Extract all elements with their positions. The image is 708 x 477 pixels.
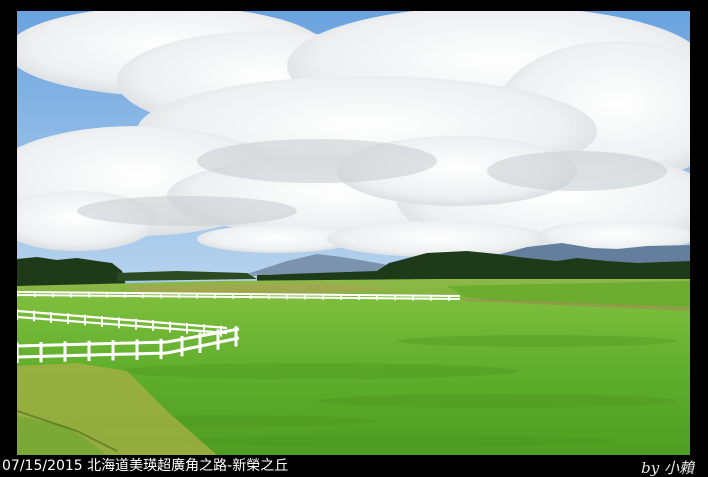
landscape-photo [17, 11, 690, 455]
photographer-signature: by 小賴 [641, 459, 694, 477]
photo-caption: 07/15/2015 北海道美瑛超廣角之路-新榮之丘 [2, 458, 289, 474]
landscape-scene [17, 11, 690, 455]
photo-frame [0, 0, 708, 477]
